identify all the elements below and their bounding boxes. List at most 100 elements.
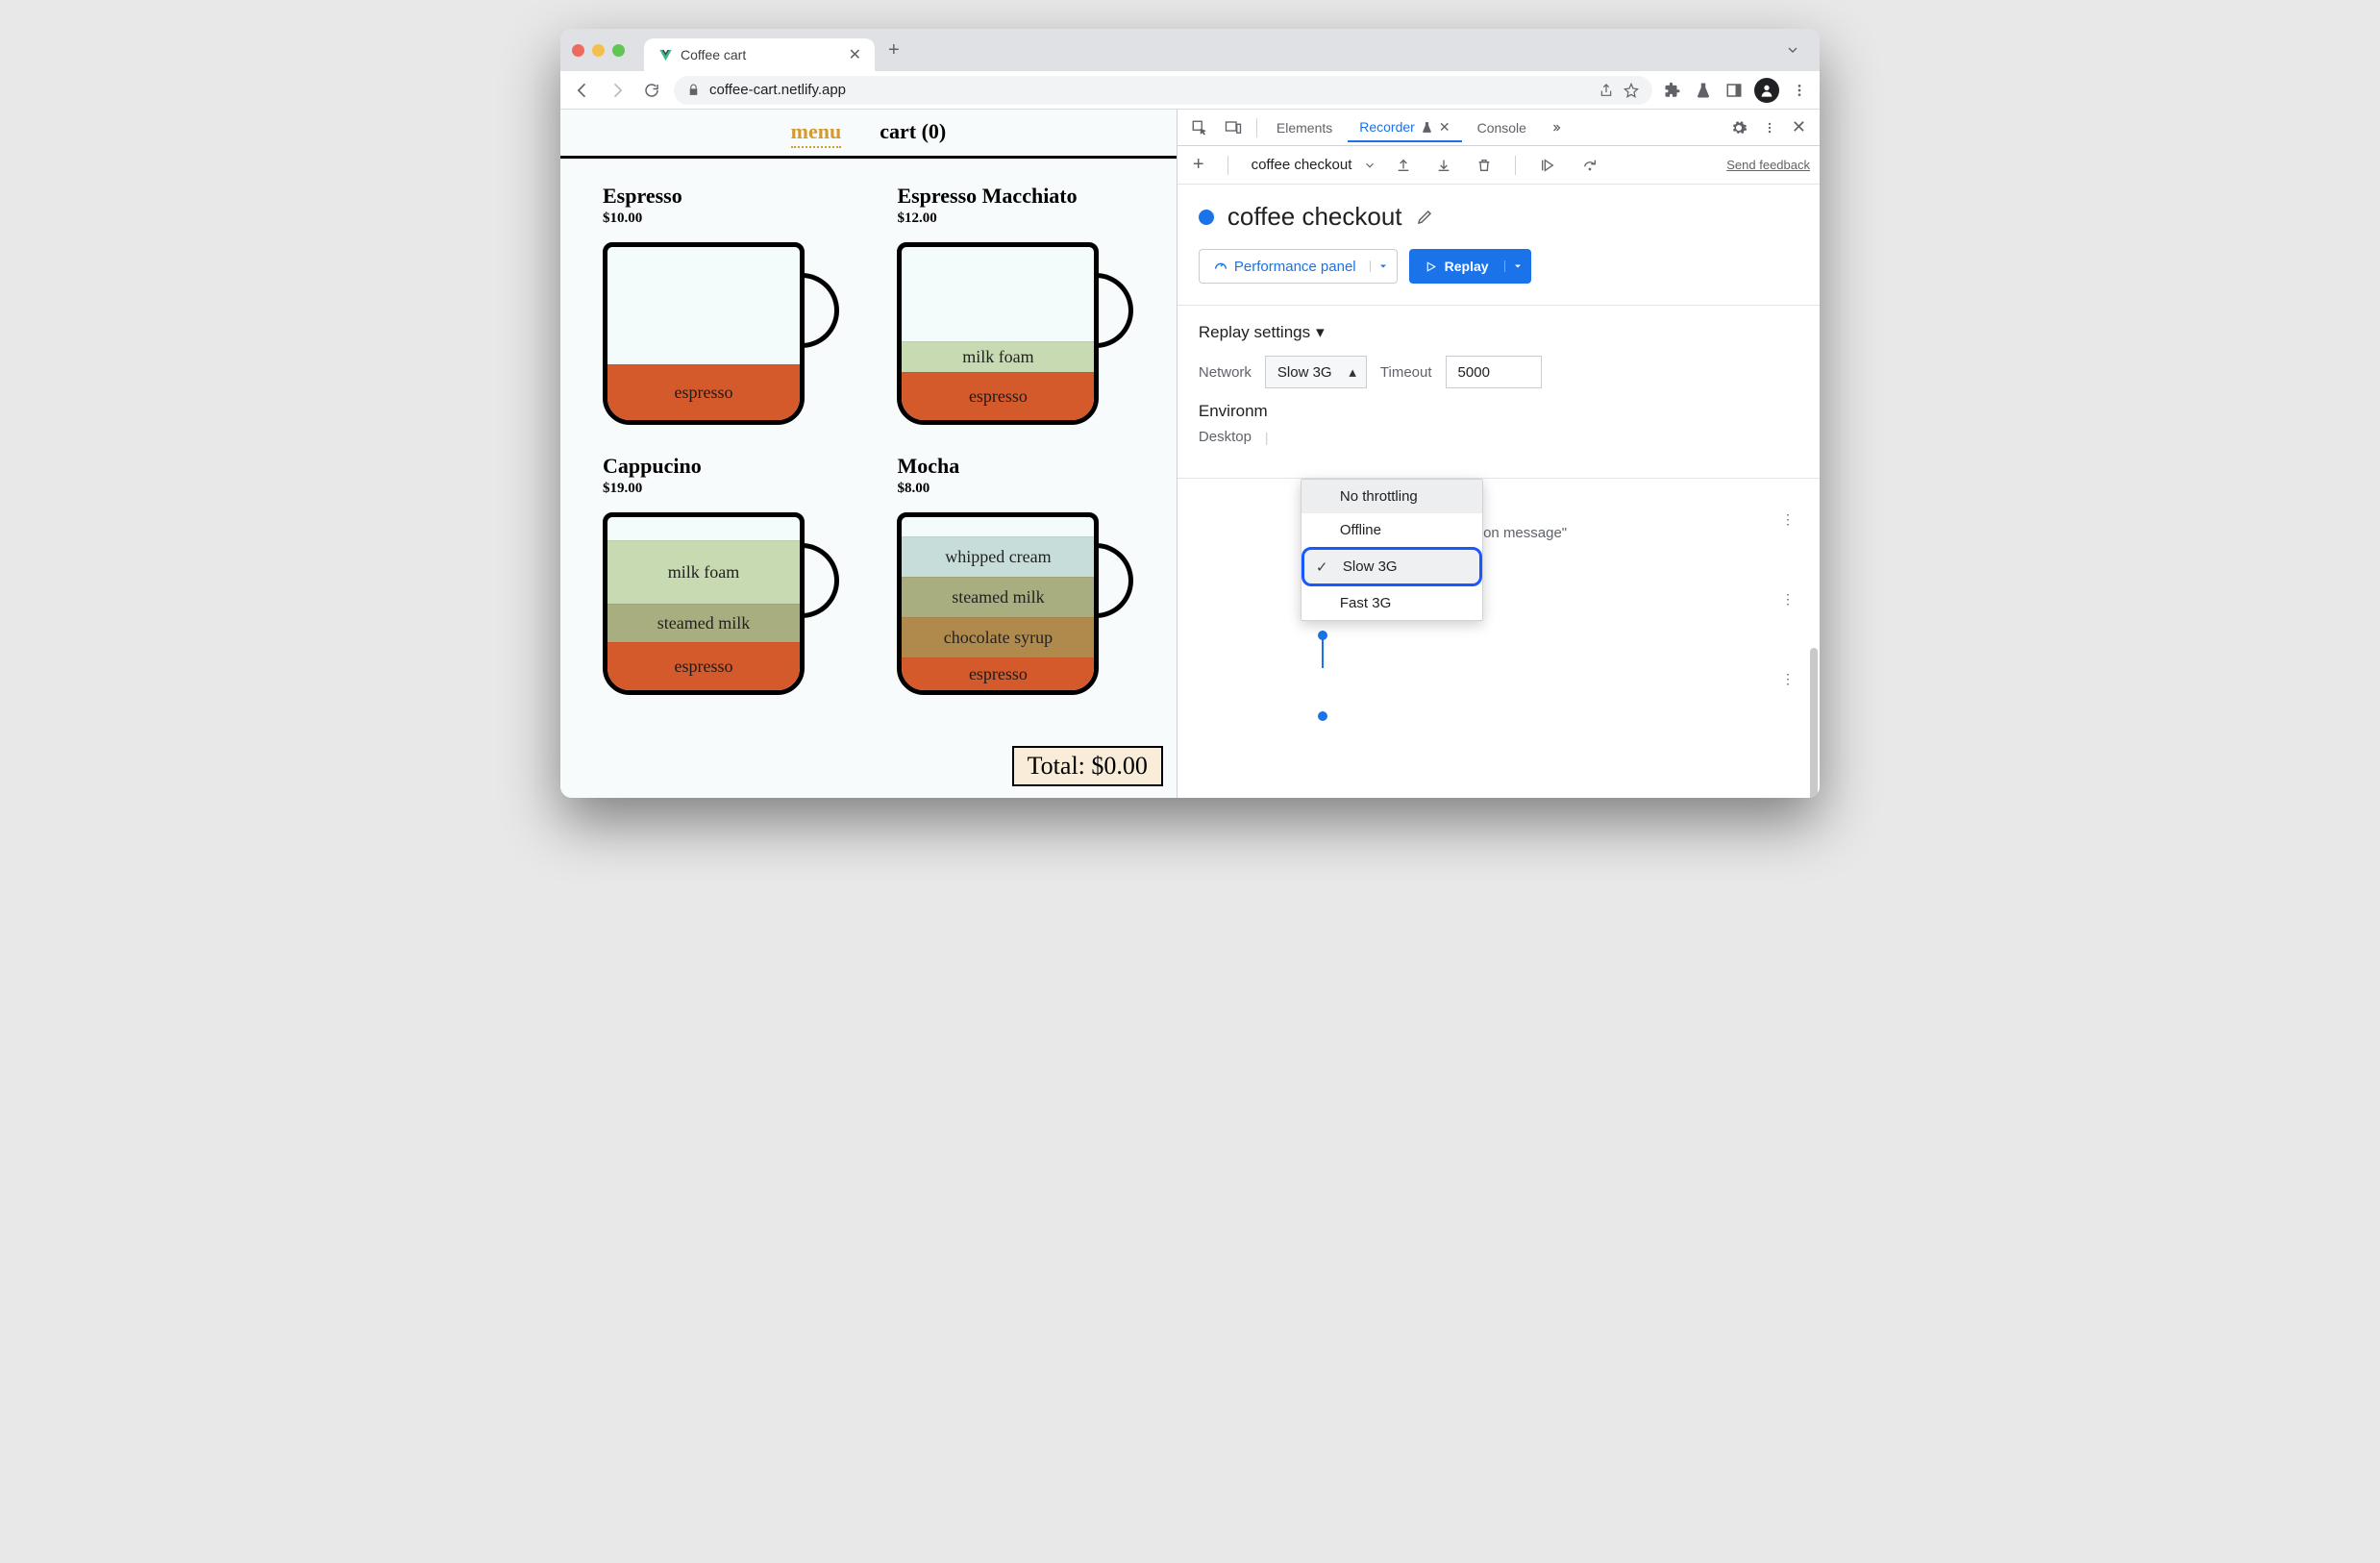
tab-close-icon[interactable]: ✕ xyxy=(849,45,861,64)
lock-icon xyxy=(687,84,700,96)
dd-option-no-throttling[interactable]: No throttling xyxy=(1302,480,1482,513)
more-tabs-icon[interactable] xyxy=(1542,118,1571,137)
back-button[interactable] xyxy=(570,78,595,103)
window-controls xyxy=(572,44,625,57)
close-tab-icon[interactable]: ✕ xyxy=(1439,119,1450,136)
new-tab-button[interactable]: + xyxy=(882,39,905,62)
nav-menu-tab[interactable]: menu xyxy=(791,119,842,148)
step-menu-icon[interactable]: ⋮ xyxy=(1781,591,1798,608)
dd-option-offline[interactable]: Offline xyxy=(1302,513,1482,547)
product-price: $10.00 xyxy=(603,211,862,227)
mug-handle xyxy=(801,543,839,618)
devtools-menu-icon[interactable] xyxy=(1757,116,1782,139)
timeout-input[interactable]: 5000 xyxy=(1446,356,1542,388)
step-menu-icon[interactable]: ⋮ xyxy=(1781,511,1798,528)
mug-layer: milk foam xyxy=(902,341,1094,372)
dd-option-fast-3g[interactable]: Fast 3G xyxy=(1302,586,1482,620)
mug-layer: espresso xyxy=(607,642,800,690)
extensions-icon[interactable] xyxy=(1662,80,1683,101)
delete-icon[interactable] xyxy=(1471,154,1498,177)
step-over-icon[interactable] xyxy=(1575,154,1604,177)
flask-icon xyxy=(1421,121,1433,134)
step-play-icon[interactable] xyxy=(1533,154,1562,177)
minimize-window-button[interactable] xyxy=(592,44,605,57)
app-viewport: menu cart (0) Espresso$10.00espressoEspr… xyxy=(560,110,1178,798)
url-text: coffee-cart.netlify.app xyxy=(709,82,846,98)
omnibox[interactable]: coffee-cart.netlify.app xyxy=(674,76,1652,105)
product-price: $8.00 xyxy=(897,481,1156,497)
product-card[interactable]: Cappucino $19.00 milk foamsteamed milkespr… xyxy=(603,454,862,695)
close-devtools-icon[interactable]: ✕ xyxy=(1786,113,1812,141)
profile-avatar-icon[interactable] xyxy=(1754,78,1779,103)
browser-window: Coffee cart ✕ + coffee-cart.netlify.app xyxy=(560,29,1820,798)
browser-menu-icon[interactable] xyxy=(1789,80,1810,101)
network-select[interactable]: Slow 3G xyxy=(1265,356,1367,388)
tab-elements[interactable]: Elements xyxy=(1265,114,1344,141)
performance-panel-button[interactable]: Performance panel xyxy=(1199,249,1398,284)
mug-layer: espresso xyxy=(902,657,1094,690)
edit-title-icon[interactable] xyxy=(1416,209,1433,226)
mug-layer: chocolate syrup xyxy=(902,617,1094,657)
product-card[interactable]: Espresso $10.00 espresso xyxy=(603,184,862,425)
tab-list-chevron-icon[interactable] xyxy=(1777,42,1808,58)
mug-handle xyxy=(1095,273,1133,348)
dd-option-slow-3g[interactable]: Slow 3G xyxy=(1302,547,1482,586)
reload-button[interactable] xyxy=(639,78,664,103)
product-name: Cappucino xyxy=(603,454,862,479)
recorder-toolbar: + coffee checkout Send feedback xyxy=(1178,146,1820,185)
recording-status-dot xyxy=(1199,210,1214,225)
recording-selector[interactable]: coffee checkout xyxy=(1246,153,1358,177)
replay-settings-header[interactable]: Replay settings ▾ xyxy=(1199,323,1798,342)
device-toolbar-icon[interactable] xyxy=(1218,115,1249,140)
network-dropdown: No throttling Offline Slow 3G Fast 3G xyxy=(1301,479,1483,621)
mug-layer: espresso xyxy=(607,364,800,420)
side-panel-icon[interactable] xyxy=(1723,80,1745,101)
mug-graphic: milk foamespresso xyxy=(897,233,1137,425)
tab-console[interactable]: Console xyxy=(1466,114,1538,141)
play-icon xyxy=(1425,260,1437,273)
mug-graphic: whipped creamsteamed milkchocolate syrup… xyxy=(897,503,1137,695)
total-box[interactable]: Total: $0.00 xyxy=(1012,746,1163,786)
replay-dropdown[interactable] xyxy=(1504,260,1531,272)
recording-title: coffee checkout xyxy=(1227,202,1402,232)
mug-layer: whipped cream xyxy=(902,536,1094,577)
add-recording-icon[interactable]: + xyxy=(1187,150,1210,180)
devtools-scrollbar[interactable] xyxy=(1810,648,1818,798)
bookmark-star-icon[interactable] xyxy=(1624,83,1639,98)
product-card[interactable]: Mocha $8.00 whipped creamsteamed milkchoco… xyxy=(897,454,1156,695)
chevron-down-icon[interactable] xyxy=(1363,159,1376,172)
step-menu-icon[interactable]: ⋮ xyxy=(1781,671,1798,687)
step-timeline xyxy=(1322,631,1324,668)
performance-panel-dropdown[interactable] xyxy=(1370,260,1397,272)
product-price: $19.00 xyxy=(603,481,862,497)
forward-button[interactable] xyxy=(605,78,630,103)
labs-flask-icon[interactable] xyxy=(1693,80,1714,101)
share-icon[interactable] xyxy=(1599,83,1614,98)
product-name: Espresso xyxy=(603,184,862,209)
import-icon[interactable] xyxy=(1430,154,1457,177)
tab-recorder[interactable]: Recorder ✕ xyxy=(1348,113,1461,142)
nav-cart-tab[interactable]: cart (0) xyxy=(880,119,946,148)
mug-layer: milk foam xyxy=(607,540,800,604)
browser-toolbar: coffee-cart.netlify.app xyxy=(560,71,1820,110)
mug-layer: espresso xyxy=(902,372,1094,420)
settings-gear-icon[interactable] xyxy=(1724,115,1753,140)
mug-layer: steamed milk xyxy=(607,604,800,642)
close-window-button[interactable] xyxy=(572,44,584,57)
product-name: Espresso Macchiato xyxy=(897,184,1156,209)
network-label: Network xyxy=(1199,364,1252,381)
export-icon[interactable] xyxy=(1390,154,1417,177)
gauge-icon xyxy=(1213,259,1228,274)
browser-tab[interactable]: Coffee cart ✕ xyxy=(644,38,875,71)
devtools-tabstrip: Elements Recorder ✕ Console ✕ xyxy=(1178,110,1820,146)
product-card[interactable]: Espresso Macchiato$12.00milk foamespress… xyxy=(897,184,1156,425)
tab-title: Coffee cart xyxy=(681,47,746,62)
desktop-label: Desktop xyxy=(1199,429,1252,445)
send-feedback-link[interactable]: Send feedback xyxy=(1726,158,1810,172)
replay-button[interactable]: Replay xyxy=(1409,249,1531,284)
environment-label: Environm xyxy=(1199,402,1268,420)
product-name: Mocha xyxy=(897,454,1156,479)
fullscreen-window-button[interactable] xyxy=(612,44,625,57)
inspect-element-icon[interactable] xyxy=(1185,115,1214,140)
mug-graphic: espresso xyxy=(603,233,843,425)
